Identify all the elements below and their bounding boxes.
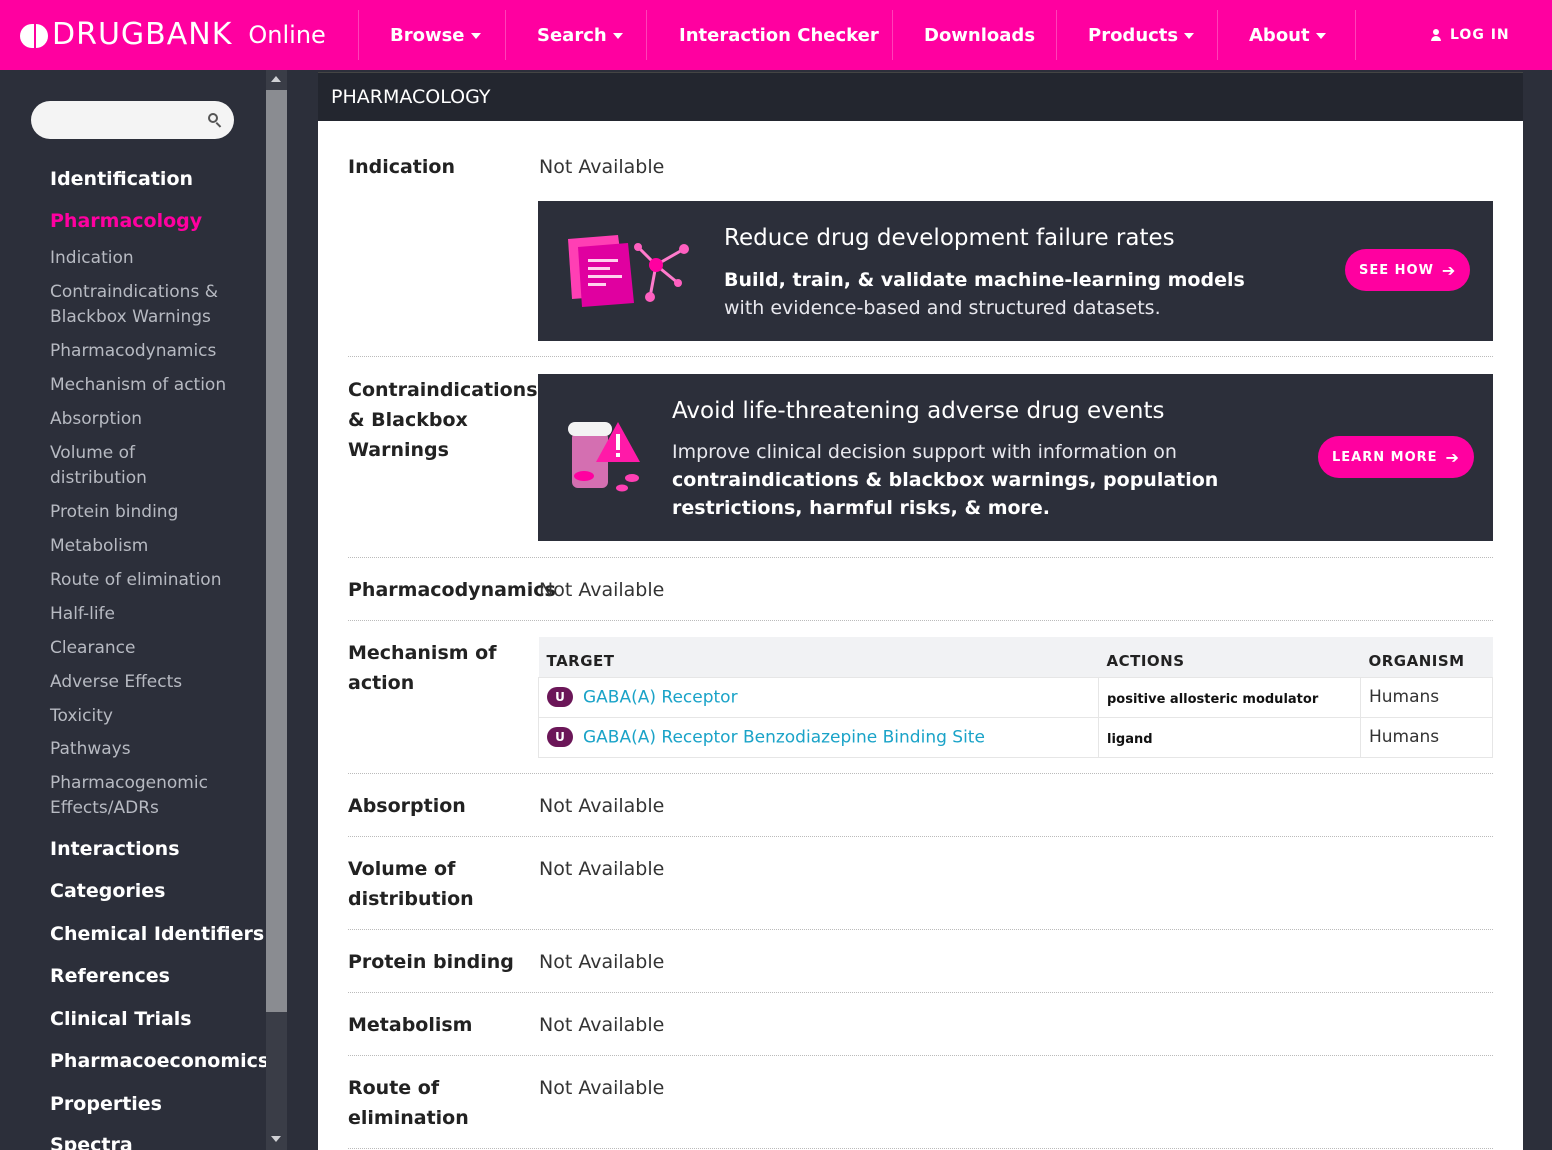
caret-down-icon bbox=[1184, 33, 1195, 39]
volume-label: Volume of distribution bbox=[348, 858, 474, 910]
table-header-actions[interactable]: ACTIONS bbox=[1098, 637, 1361, 677]
promo1-title: Reduce drug development failure rates bbox=[724, 225, 1175, 251]
section-title: PHARMACOLOGY bbox=[318, 72, 1523, 121]
sidebar-sub-absorption[interactable]: Absorption bbox=[50, 407, 240, 432]
caret-down-icon bbox=[612, 33, 623, 39]
scrollbar-thumb[interactable] bbox=[266, 90, 287, 1012]
learn-more-button[interactable]: LEARN MORE ➔ bbox=[1318, 436, 1474, 478]
promo2-text: Improve clinical decision support with i… bbox=[672, 441, 1219, 519]
nav-interaction-checker[interactable]: Interaction Checker bbox=[679, 0, 879, 70]
caret-down-icon bbox=[470, 33, 481, 39]
see-how-button[interactable]: SEE HOW ➔ bbox=[1345, 249, 1471, 291]
arrow-right-icon: ➔ bbox=[1445, 447, 1460, 467]
sidebar-sub-indication[interactable]: Indication bbox=[50, 246, 240, 271]
sidebar-sub-mechanism[interactable]: Mechanism of action bbox=[50, 373, 240, 398]
promo1-text: Build, train, & validate machine-learnin… bbox=[724, 269, 1245, 319]
protein-binding-label: Protein binding bbox=[348, 951, 514, 973]
sidebar-sub-clearance[interactable]: Clearance bbox=[50, 636, 240, 661]
top-navbar: DRUGBANK Online Browse Search Interactio… bbox=[0, 0, 1552, 70]
brand-logo[interactable]: DRUGBANK Online bbox=[20, 18, 326, 52]
mechanism-label: Mechanism of action bbox=[348, 642, 497, 694]
sidebar-search-input[interactable] bbox=[31, 101, 234, 139]
sidebar-sub-contraindications[interactable]: Contraindications & Blackbox Warnings bbox=[50, 280, 240, 330]
nav-search[interactable]: Search bbox=[537, 0, 623, 70]
login-link[interactable]: LOG IN bbox=[1430, 0, 1510, 70]
route-label: Route of elimination bbox=[348, 1077, 469, 1129]
sidebar-item-categories[interactable]: Categories bbox=[50, 880, 165, 902]
ml-datasets-icon bbox=[568, 235, 689, 307]
sidebar-item-pharmacoeconomics[interactable]: Pharmacoeconomics bbox=[50, 1050, 266, 1072]
target-link[interactable]: GABA(A) Receptor Benzodiazepine Binding … bbox=[583, 727, 985, 747]
sidebar-sub-volume[interactable]: Volume of distribution bbox=[50, 441, 160, 491]
sidebar-sub-toxicity[interactable]: Toxicity bbox=[50, 704, 240, 729]
nav-products[interactable]: Products bbox=[1088, 0, 1195, 70]
sidebar-scrollbar[interactable] bbox=[266, 70, 287, 1150]
arrow-right-icon: ➔ bbox=[1441, 260, 1457, 280]
scroll-down-icon[interactable] bbox=[271, 1136, 281, 1142]
user-icon bbox=[1430, 29, 1442, 41]
caret-down-icon bbox=[1315, 33, 1326, 39]
metabolism-label: Metabolism bbox=[348, 1014, 473, 1036]
metabolism-value: Not Available bbox=[539, 1014, 665, 1036]
table-header-organism[interactable]: ORGANISM bbox=[1360, 637, 1493, 677]
organism-value: Humans bbox=[1369, 727, 1440, 747]
brand-name: DRUGBANK bbox=[52, 17, 233, 52]
sidebar-sub-pharmacodynamics[interactable]: Pharmacodynamics bbox=[50, 339, 240, 364]
sidebar-sub-pharmacogenomic[interactable]: Pharmacogenomic Effects/ADRs bbox=[50, 771, 220, 821]
action-value: positive allosteric modulator bbox=[1107, 691, 1319, 707]
sidebar-sub-adverse-effects[interactable]: Adverse Effects bbox=[50, 670, 240, 695]
sidebar-item-references[interactable]: References bbox=[50, 965, 170, 987]
nav-downloads[interactable]: Downloads bbox=[924, 0, 1035, 70]
brand-suffix: Online bbox=[248, 21, 326, 49]
pharmacodynamics-value: Not Available bbox=[539, 579, 665, 601]
sidebar-sub-half-life[interactable]: Half-life bbox=[50, 602, 240, 627]
sidebar-sub-metabolism[interactable]: Metabolism bbox=[50, 534, 240, 559]
nav-about[interactable]: About bbox=[1249, 0, 1326, 70]
sidebar-item-spectra[interactable]: Spectra bbox=[50, 1134, 133, 1150]
warning-pill-bottle-icon bbox=[568, 422, 640, 492]
sidebar-item-properties[interactable]: Properties bbox=[50, 1093, 162, 1115]
sidebar-item-clinical-trials[interactable]: Clinical Trials bbox=[50, 1008, 192, 1030]
sidebar-sub-route[interactable]: Route of elimination bbox=[50, 568, 240, 593]
target-link[interactable]: GABA(A) Receptor bbox=[583, 687, 738, 707]
route-value: Not Available bbox=[539, 1077, 665, 1099]
unknown-badge: U bbox=[547, 687, 573, 708]
promo-adverse-events-banner: Avoid life-threatening adverse drug even… bbox=[538, 374, 1493, 541]
organism-value: Humans bbox=[1369, 687, 1440, 707]
unknown-badge: U bbox=[547, 727, 573, 748]
absorption-label: Absorption bbox=[348, 795, 466, 817]
promo2-title: Avoid life-threatening adverse drug even… bbox=[672, 398, 1165, 424]
nav-browse[interactable]: Browse bbox=[390, 0, 481, 70]
sidebar-item-interactions[interactable]: Interactions bbox=[50, 838, 180, 860]
sidebar-item-chemical-identifiers[interactable]: Chemical Identifiers bbox=[50, 923, 264, 945]
mechanism-table: TARGET ACTIONS ORGANISM U GABA(A) Recepto… bbox=[538, 637, 1493, 758]
table-row: U GABA(A) Receptor positive allosteric mo… bbox=[538, 676, 1493, 718]
search-icon[interactable] bbox=[208, 113, 222, 128]
sidebar-sub-pathways[interactable]: Pathways bbox=[50, 737, 240, 762]
sidebar-item-pharmacology[interactable]: Pharmacology bbox=[50, 210, 202, 232]
sidebar: Identification Pharmacology Indication C… bbox=[0, 70, 266, 1150]
indication-label: Indication bbox=[348, 156, 455, 178]
promo-ml-banner: Reduce drug development failure rates Bu… bbox=[538, 201, 1493, 341]
sidebar-sub-protein-binding[interactable]: Protein binding bbox=[50, 500, 240, 525]
protein-binding-value: Not Available bbox=[539, 951, 665, 973]
action-value: ligand bbox=[1107, 731, 1153, 747]
drugbank-logo-icon bbox=[20, 22, 50, 48]
indication-value: Not Available bbox=[539, 156, 665, 178]
scroll-up-icon[interactable] bbox=[271, 76, 281, 82]
contraindications-label: Contraindications & Blackbox Warnings bbox=[348, 379, 538, 461]
absorption-value: Not Available bbox=[539, 795, 665, 817]
volume-value: Not Available bbox=[539, 858, 665, 880]
sidebar-item-identification[interactable]: Identification bbox=[50, 168, 193, 190]
table-header-target[interactable]: TARGET bbox=[538, 637, 1099, 677]
pharmacodynamics-label: Pharmacodynamics bbox=[348, 579, 556, 601]
table-row: U GABA(A) Receptor Benzodiazepine Binding… bbox=[538, 716, 1493, 758]
